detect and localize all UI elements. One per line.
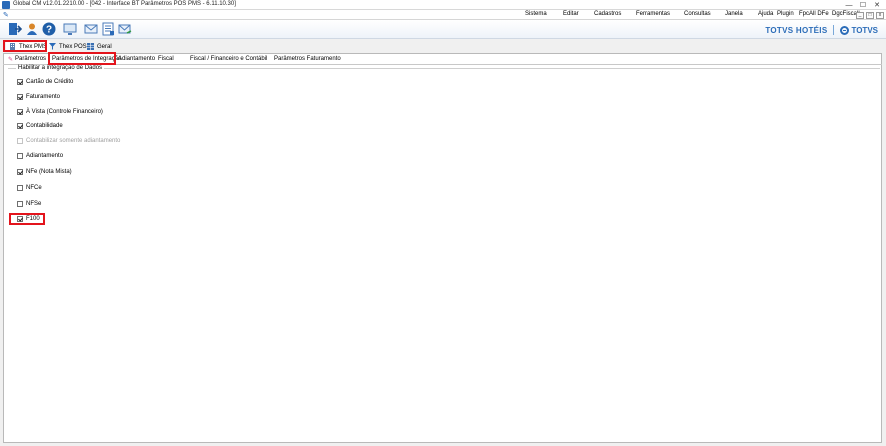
- tab-fiscal-financeiro-contabil[interactable]: Fiscal / Financeiro e Contábil: [188, 54, 269, 64]
- menu-bar: ✎ Sistema Editar Cadastros Ferramentas C…: [0, 10, 886, 20]
- checkbox-label: NFe (Nota Mista): [26, 169, 72, 175]
- mdi-close-button[interactable]: x: [876, 11, 884, 19]
- svg-text:?: ?: [46, 25, 52, 36]
- menu-consultas[interactable]: Consultas: [684, 11, 711, 17]
- checkbox-box[interactable]: [17, 123, 23, 129]
- pencil-icon: ✎: [8, 56, 14, 63]
- mail-icon[interactable]: [84, 22, 98, 36]
- checkbox-adiantamento[interactable]: Adiantamento: [17, 152, 63, 160]
- mdi-restore-button[interactable]: □: [866, 11, 874, 19]
- app-icon: [2, 1, 10, 9]
- highlight-checkbox-f100: [9, 213, 45, 225]
- window-title: Global CM v12.01.2210.00 - [042 - Interf…: [13, 1, 236, 7]
- tab-adiantamento-label: Adiantamento: [118, 56, 156, 62]
- checkbox-box[interactable]: [17, 79, 23, 85]
- checkbox-label: Contabilizar somente adiantamento: [26, 138, 121, 144]
- highlight-tab-parametros-integracao: [48, 52, 116, 65]
- module-tabs: Thex PMS Thex POS Geral: [0, 41, 886, 52]
- menu-fpcall-dfe[interactable]: FpcAll DFe: [799, 11, 829, 17]
- checkbox-box[interactable]: [17, 169, 23, 175]
- menu-cadastros[interactable]: Cadastros: [594, 11, 621, 17]
- tab-geral-label: Geral: [97, 43, 112, 50]
- brand-hoteis-logo: TOTVS HOTÉIS: [765, 25, 828, 35]
- menu-editar[interactable]: Editar: [563, 11, 579, 17]
- filter-icon: [49, 43, 56, 50]
- brand-totvs-logo: TOTVS: [840, 25, 878, 35]
- menu-ajuda[interactable]: Ajuda: [758, 11, 773, 17]
- grid-icon: [87, 43, 94, 50]
- monitor-icon[interactable]: [63, 22, 77, 36]
- minimize-button[interactable]: —: [842, 0, 856, 10]
- brand-totvs-text: TOTVS: [851, 25, 878, 35]
- exit-icon[interactable]: [8, 22, 23, 36]
- checkbox-a-vista[interactable]: À Vista (Controle Financeiro): [17, 108, 103, 116]
- checkbox-label: Cartão de Crédito: [26, 79, 74, 85]
- checkbox-nfe[interactable]: NFe (Nota Mista): [17, 168, 72, 176]
- title-bar: Global CM v12.01.2210.00 - [042 - Interf…: [0, 0, 886, 10]
- menu-ferramentas[interactable]: Ferramentas: [636, 11, 670, 17]
- checkbox-box: [17, 138, 23, 144]
- checkbox-contabilizar-somente-adiantamento: Contabilizar somente adiantamento: [17, 137, 120, 145]
- tab-parametros-faturamento-label: Parâmetros Faturamento: [274, 56, 341, 62]
- checkbox-faturamento[interactable]: Faturamento: [17, 93, 60, 101]
- checkbox-box[interactable]: [17, 185, 23, 191]
- mdi-controls: _ □ x: [856, 10, 884, 20]
- checkbox-label: À Vista (Controle Financeiro): [26, 109, 103, 115]
- tab-thex-pos-label: Thex POS: [59, 43, 87, 50]
- window-controls: — ☐ ✕: [842, 0, 884, 10]
- totvs-logo-icon: [840, 25, 850, 35]
- menu-janela[interactable]: Janela: [725, 11, 743, 17]
- help-icon[interactable]: ?: [42, 22, 56, 36]
- tab-fiscal-label: Fiscal: [158, 56, 174, 62]
- toolbar: ? TOTVS HOTÉIS TOTVS: [0, 20, 886, 39]
- tab-parametros[interactable]: ✎ Parâmetros: [6, 54, 48, 64]
- tab-adiantamento[interactable]: Adiantamento: [116, 54, 157, 64]
- highlight-tab-thex-pms: [3, 40, 47, 52]
- checkbox-contabilidade[interactable]: Contabilidade: [17, 122, 63, 130]
- checkbox-label: Faturamento: [26, 94, 61, 100]
- maximize-button[interactable]: ☐: [856, 0, 870, 10]
- checkbox-box[interactable]: [17, 153, 23, 159]
- brand-area: TOTVS HOTÉIS TOTVS: [765, 25, 878, 35]
- menu-plugin[interactable]: Plugin: [777, 11, 794, 17]
- checkbox-nfse[interactable]: NFSe: [17, 200, 41, 208]
- menu-sistema[interactable]: Sistema: [525, 11, 547, 17]
- mdi-minimize-button[interactable]: _: [856, 11, 864, 19]
- report-icon[interactable]: [101, 22, 115, 36]
- checkbox-label: Adiantamento: [26, 153, 64, 159]
- tab-geral[interactable]: Geral: [84, 41, 115, 52]
- checkbox-label: Contabilidade: [26, 123, 63, 129]
- tab-fiscal[interactable]: Fiscal: [156, 54, 176, 64]
- close-button[interactable]: ✕: [870, 0, 884, 10]
- tab-fiscal-financeiro-contabil-label: Fiscal / Financeiro e Contábil: [190, 56, 268, 62]
- send-mail-icon[interactable]: [118, 22, 132, 36]
- tab-parametros-label: Parâmetros: [15, 56, 47, 62]
- checkbox-nfce[interactable]: NFCe: [17, 184, 42, 192]
- checkbox-box[interactable]: [17, 109, 23, 115]
- tab-strip-divider: [3, 64, 882, 65]
- group-title: Habilitar a integração de Dados: [16, 65, 105, 71]
- checkbox-label: NFSe: [26, 201, 42, 207]
- checkbox-label: NFCe: [26, 185, 42, 191]
- integration-groupbox: [8, 68, 880, 440]
- brand-separator: [833, 25, 835, 35]
- checkbox-box[interactable]: [17, 94, 23, 100]
- user-icon[interactable]: [25, 22, 39, 36]
- checkbox-box[interactable]: [17, 201, 23, 207]
- tab-parametros-faturamento[interactable]: Parâmetros Faturamento: [272, 54, 343, 64]
- checkbox-cartao-credito[interactable]: Cartão de Crédito: [17, 78, 73, 86]
